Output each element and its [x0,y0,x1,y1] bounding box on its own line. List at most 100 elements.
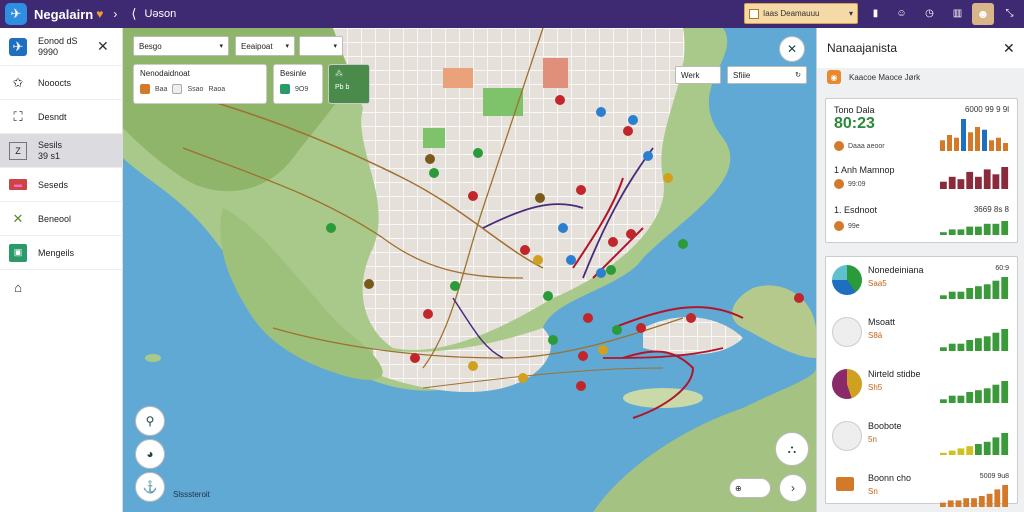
map-pin[interactable] [450,281,460,291]
zoom-pill[interactable]: ⊕ [729,478,771,498]
view-toggle-label: Sfiiie [733,70,751,80]
chevron-down-icon: ▾ [848,9,853,18]
map-pin[interactable] [364,279,374,289]
map-pin[interactable] [686,313,696,323]
map-pin[interactable] [543,291,553,301]
search-dropdown[interactable]: Iaas Deamauuu ▾ [744,3,858,24]
map-pin[interactable] [533,255,543,265]
view-toggle-satellite[interactable]: Sfiiie ↻ [727,66,807,84]
map-pin[interactable] [473,148,483,158]
stat-bar-chart [940,167,1009,189]
metric-row[interactable]: Msoatt S8ä [826,309,1017,361]
map-pin[interactable] [608,237,618,247]
map-pin[interactable] [555,95,565,105]
map-pin[interactable] [520,245,530,255]
map-pin[interactable] [576,185,586,195]
map-pin[interactable] [410,353,420,363]
map-pin[interactable] [606,265,616,275]
map-pin[interactable] [326,223,336,233]
view-select[interactable]: ▾ [299,36,343,56]
map-pin[interactable] [623,126,633,136]
map-pin[interactable] [636,323,646,333]
avatar[interactable]: ☻ [972,3,994,25]
bird-icon[interactable]: ✈ [5,3,27,25]
map-pin[interactable] [583,313,593,323]
count-card[interactable]: Besinle 9O9 [273,64,323,104]
sidebar-item-desndt[interactable]: ⛶ Desndt [0,100,122,134]
pie-icon [832,369,862,399]
chevron-right-icon[interactable]: › [113,7,117,21]
stat-row[interactable]: 1. Esdnoot 3669 8s 8 99e [826,199,1017,243]
map-pin[interactable] [429,168,439,178]
map-pin[interactable] [578,351,588,361]
map-pin[interactable] [612,325,622,335]
summary-card[interactable]: Nenodaidnoat Baa Ssao Raoa [133,64,267,104]
panel-subtitle: ◉ Kaacoe Maoce Jørk [827,70,920,84]
map-pin[interactable] [423,309,433,319]
close-icon[interactable]: ✕ [97,38,109,55]
stat-row[interactable]: Tono Dala 80:23 6000 99 9 9l Daaa aeoor [826,99,1017,159]
sidebar-item-home[interactable]: ⌂ [0,270,122,304]
map-pin[interactable] [566,255,576,265]
globe-button[interactable]: ◕ [135,439,165,469]
sidebar-item-seseds[interactable]: ▬ Seseds [0,168,122,202]
map-pin[interactable] [468,361,478,371]
metric-row[interactable]: Boonn cho Sn 5009 9u8 [826,465,1017,507]
bar [1001,221,1009,235]
share-icon[interactable]: ⟨ [131,6,136,22]
filter-select[interactable]: Eeaipoat ▾ [235,36,295,56]
bar [961,119,966,151]
bar [1002,485,1008,507]
map-pin[interactable] [628,115,638,125]
view-toggle-work[interactable]: Werk [675,66,721,84]
map-pin[interactable] [678,239,688,249]
map-pin[interactable] [596,107,606,117]
bar [1003,143,1008,151]
map-pin[interactable] [794,293,804,303]
map-pin[interactable] [468,191,478,201]
green-card[interactable]: ⁂ Pb b [328,64,370,104]
sidebar-item-mengeils[interactable]: ▣ Mengeils [0,236,122,270]
layers-button[interactable]: ⛬ [775,432,809,466]
map-pin[interactable] [576,381,586,391]
map-pin[interactable] [518,373,528,383]
map-pin[interactable] [663,173,673,183]
ruler-button[interactable]: ⚓ [135,472,165,502]
map-pin[interactable] [598,345,608,355]
sidebar-item-beneool[interactable]: ✕ Beneool [0,202,122,236]
map-pin[interactable] [643,151,653,161]
dot-icon [834,221,844,231]
breadcrumb[interactable]: Uəson [144,8,176,20]
fullscreen-icon[interactable]: ⤡ [1002,6,1017,21]
map-pin[interactable] [626,229,636,239]
stat-row[interactable]: 1 Anh Mamnop 99:09 [826,159,1017,199]
bookmark-icon[interactable]: ▥ [950,6,965,21]
bar [948,450,956,455]
clock-icon[interactable]: ◷ [922,6,937,21]
tree-icon: ⚲ [145,414,155,428]
sidebar-item-nooocts[interactable]: ✩ Nooocts [0,66,122,100]
map-pin[interactable] [425,154,435,164]
flag-icon[interactable]: ▮ [868,6,883,21]
map-pin[interactable] [548,335,558,345]
layer-select[interactable]: Besgo ▾ [133,36,229,56]
map-pin[interactable] [558,223,568,233]
sidebar-item-sesils[interactable]: Z Sesils 39 s1 [0,134,122,168]
metric-row[interactable]: Nirteld stidbe Sh5 [826,361,1017,413]
map-pin[interactable] [535,193,545,203]
metric-row[interactable]: Boobote 5n [826,413,1017,465]
next-button[interactable]: › [779,474,807,502]
metric-row[interactable]: Nonedeiniana Saa5 60:9 [826,257,1017,309]
profile-icon[interactable]: ☺ [894,6,909,21]
bar [975,176,982,189]
bar [947,135,952,151]
sidebar-item-label: Beneool [38,213,72,224]
metric-title: Msoatt [868,317,896,327]
close-icon[interactable]: ✕ [1003,40,1015,57]
map-close-button[interactable]: ✕ [779,36,805,62]
map-view[interactable]: Besgo ▾ Eeaipoat ▾ ▾ ✕ Nenodaidnoat Baa … [123,28,816,512]
map-pin[interactable] [596,268,606,278]
map-icon: ⛶ [13,108,23,124]
chevron-down-icon: ▾ [219,43,223,50]
tree-button[interactable]: ⚲ [135,406,165,436]
